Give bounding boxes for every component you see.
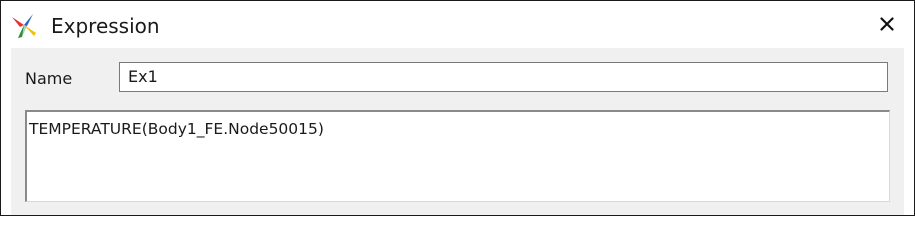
expression-dialog: Expression Name Ex1 TEMPERATURE(Body1_FE… — [0, 0, 915, 216]
app-logo-icon — [11, 13, 37, 39]
dialog-body: Name Ex1 TEMPERATURE(Body1_FE.Node50015) — [11, 48, 904, 215]
expression-textarea[interactable]: TEMPERATURE(Body1_FE.Node50015) — [25, 110, 890, 202]
name-input[interactable]: Ex1 — [119, 62, 888, 92]
window-title: Expression — [51, 14, 160, 38]
close-button[interactable] — [870, 9, 904, 41]
close-icon — [880, 16, 894, 35]
name-label: Name — [25, 69, 73, 88]
title-bar[interactable]: Expression — [1, 1, 914, 48]
